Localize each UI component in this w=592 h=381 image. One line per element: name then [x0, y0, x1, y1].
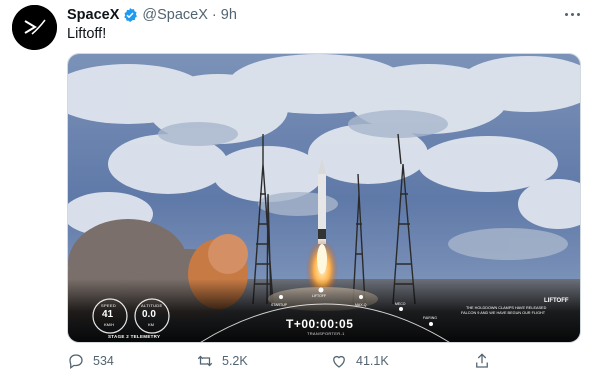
tweet-time[interactable]: 9h — [221, 7, 237, 23]
video-overlay: SPEED 41 KM/H ALTITUDE 0.0 KM STAGE 2 TE… — [68, 54, 580, 342]
tweet-header: SpaceX @SpaceX · 9h — [67, 6, 237, 24]
telemetry-label: STAGE 2 TELEMETRY — [108, 334, 161, 339]
event-line-1: THE HOLDDOWN CLAMPS HAVE RELEASED — [466, 306, 547, 310]
reply-icon — [69, 354, 83, 370]
more-options-icon[interactable] — [565, 7, 580, 21]
share-button[interactable] — [473, 351, 499, 371]
altitude-label: ALTITUDE — [141, 303, 163, 308]
like-button[interactable]: 41.1K — [330, 351, 389, 371]
speed-label: SPEED — [101, 303, 117, 308]
tweet-actions: 534 5.2K 41.1K — [67, 351, 527, 371]
timeline-label: MAX-Q — [355, 303, 367, 307]
share-icon — [476, 353, 488, 368]
mission-name: TRANSPORTER-1 — [307, 331, 345, 336]
timeline-label: FAIRING — [423, 316, 438, 320]
speed-value: 41 — [102, 309, 114, 320]
tweet-video[interactable]: SPEED 41 KM/H ALTITUDE 0.0 KM STAGE 2 TE… — [67, 53, 581, 343]
retweet-button[interactable]: 5.2K — [196, 351, 248, 371]
event-line-2: FALCON 9 AND WE HAVE BEGUN OUR FLIGHT — [461, 311, 546, 315]
event-title: LIFTOFF — [544, 298, 569, 304]
speed-unit: KM/H — [104, 322, 114, 327]
like-count: 41.1K — [356, 354, 389, 368]
verified-badge-icon — [124, 8, 138, 22]
altitude-unit: KM — [148, 322, 154, 327]
reply-count: 534 — [93, 354, 114, 368]
account-handle[interactable]: @SpaceX — [142, 7, 208, 23]
altitude-value: 0.0 — [142, 309, 156, 320]
timeline-label: MECO — [395, 302, 406, 306]
header-separator: · — [211, 7, 217, 23]
avatar[interactable] — [12, 5, 57, 50]
retweet-count: 5.2K — [222, 354, 248, 368]
spacex-logo-icon — [12, 5, 57, 50]
timeline-label: LIFTOFF — [312, 294, 327, 298]
heart-icon — [333, 355, 345, 368]
reply-button[interactable]: 534 — [67, 351, 114, 371]
tweet[interactable]: SpaceX @SpaceX · 9h Liftoff! SPEED 41 KM… — [0, 0, 592, 381]
timeline-label: STARTUP — [271, 303, 288, 307]
retweet-icon — [197, 355, 213, 367]
tweet-text: Liftoff! — [67, 26, 107, 42]
countdown-timer: T+00:00:05 — [286, 317, 354, 331]
account-name[interactable]: SpaceX — [67, 7, 119, 23]
